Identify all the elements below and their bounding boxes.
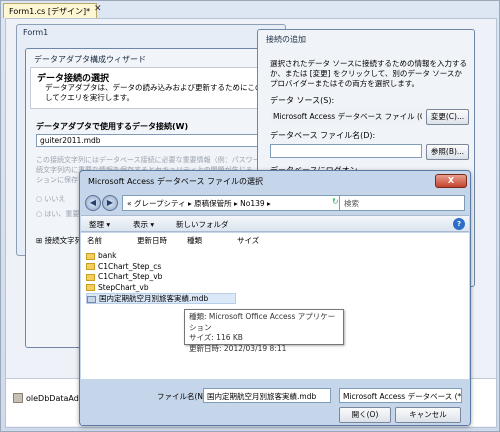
editor-tab-label: Form1.cs [デザイン]* [9,7,91,16]
file-rows: bank C1Chart_Step_cs C1Chart_Step_vb Ste… [86,251,466,304]
add-connection-title: 接続の追加 [266,35,306,44]
file-tooltip: 種類: Microsoft Office Access アプリケーション サイズ… [184,309,344,353]
list-item[interactable]: C1Chart_Step_vb [86,272,466,283]
data-source-value: Microsoft Access データベース ファイル (OLE [270,109,422,123]
add-connection-description: 選択されたデータ ソースに接続するための情報を入力するか、または [変更] をク… [270,59,468,88]
file-open-dialog: Microsoft Access データベース ファイルの選択 X ◀ ▶ « … [79,170,471,426]
wizard-description: データアダプタは、データの読み込みおよび更新するためにこの接続 してクエリを実行し… [45,83,278,102]
file-dialog-toolbar: 整理 ▾ 表示 ▾ 新しいフォルダ ? [81,215,469,232]
folder-icon [86,273,95,281]
organize-button[interactable]: 整理 ▾ [89,219,110,230]
database-file-icon [87,295,96,303]
views-button[interactable]: 表示 ▾ [133,219,154,230]
filename-label: ファイル名(N): [157,392,209,401]
filetype-select[interactable]: Microsoft Access データベース (* [339,388,462,403]
column-header-type[interactable]: 種類 [187,235,202,246]
cancel-button[interactable]: キャンセル [395,407,461,423]
folder-icon [86,284,95,291]
new-folder-button[interactable]: 新しいフォルダ [176,219,229,230]
list-item[interactable]: StepChart_vb [86,283,466,294]
form1-title: Form1 [23,28,49,37]
filename-input[interactable]: 国内定期航空月別旅客実績.mdb [203,388,331,403]
wizard-title: データアダプタ構成ウィザード [34,55,146,64]
file-list: 名前 更新日時 種類 サイズ bank C1Chart_Step_cs C1Ch… [81,233,469,379]
folder-icon [86,263,95,270]
file-dialog-footer: ファイル名(N): 国内定期航空月別旅客実績.mdb Microsoft Acc… [81,379,469,425]
wizard-header: データ接続の選択 データアダプタは、データの読み込みおよび更新するためにこの接続… [30,67,285,109]
tab-close-icon[interactable]: ✕ [94,4,102,14]
refresh-icon[interactable]: ↻ [332,197,339,206]
editor-tab[interactable]: Form1.cs [デザイン]* [3,3,98,18]
radio-no[interactable]: ○ いいえ [36,194,65,204]
column-header-name[interactable]: 名前 [87,235,102,246]
db-file-label: データベース ファイル名(D): [270,131,376,140]
radio-yes[interactable]: ○ はい、重要 [36,209,79,219]
list-item[interactable]: C1Chart_Step_cs [86,262,466,273]
list-item-selected[interactable]: 国内定期航空月別旅客実績.mdb [86,293,236,304]
close-icon[interactable]: X [435,174,467,188]
folder-icon [86,252,95,260]
db-file-input[interactable] [270,144,422,158]
open-button[interactable]: 開く(O) [339,407,391,423]
connection-select[interactable]: guiter2011.mdb [36,134,276,147]
column-header-size[interactable]: サイズ [237,235,259,246]
help-icon[interactable]: ? [453,218,465,230]
data-source-label: データ ソース(S): [270,96,335,105]
back-arrow-icon[interactable]: ◀ [85,195,101,211]
address-bar[interactable]: « グレープシティ ▸ 原稿保管所 ▸ No139 ▸ [122,195,350,211]
change-button[interactable]: 変更(C)... [426,109,469,125]
browse-button[interactable]: 参照(B)... [426,144,469,160]
list-item[interactable]: bank [86,251,466,262]
search-input[interactable]: 検索 [339,195,465,211]
file-dialog-title: Microsoft Access データベース ファイルの選択 [88,177,264,186]
connection-question: データアダプタで使用するデータ接続(W) [36,122,189,131]
forward-arrow-icon[interactable]: ▶ [102,195,118,211]
column-header-modified[interactable]: 更新日時 [137,235,167,246]
conn-string-expander[interactable]: ⊞ 接続文字列 [36,235,82,246]
oledb-component-icon [13,393,23,403]
